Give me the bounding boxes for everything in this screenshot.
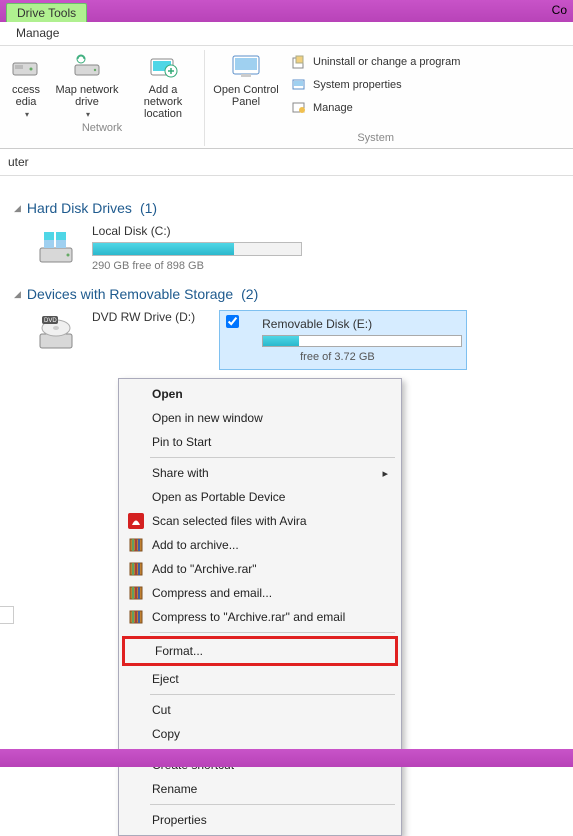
menu-compress-to-email[interactable]: Compress to "Archive.rar" and email [122,605,398,629]
menu-copy[interactable]: Copy [122,722,398,746]
system-properties-button[interactable]: System properties [291,75,460,95]
removable-section-header[interactable]: ◢ Devices with Removable Storage (2) [14,286,563,302]
status-bar [0,749,573,767]
menu-open-new-window[interactable]: Open in new window [122,406,398,430]
manage-button[interactable]: Manage [291,98,460,118]
submenu-arrow-icon: ▸ [382,467,388,480]
hdd-icon [34,224,78,268]
menu-properties[interactable]: Properties [122,808,398,832]
open-control-panel-button[interactable]: Open Control Panel [211,50,281,108]
removable-usage-bar [262,335,462,347]
archive-icon [127,560,145,578]
disk-usage-bar [92,242,302,256]
menu-eject[interactable]: Eject [122,667,398,691]
local-disk-item[interactable]: Local Disk (C:) 290 GB free of 898 GB [34,224,563,272]
menu-scan-avira[interactable]: Scan selected files with Avira [122,509,398,533]
context-menu: Open Open in new window Pin to Start Sha… [118,378,402,836]
add-network-location-button[interactable]: Add a network location [128,50,198,120]
menu-open[interactable]: Open [122,382,398,406]
menu-rename[interactable]: Rename [122,777,398,801]
details-pane-corner [0,606,14,624]
menu-pin-to-start[interactable]: Pin to Start [122,430,398,454]
manage-tab[interactable]: Manage [0,22,75,45]
access-media-button[interactable]: ccess edia ▾ [6,50,46,120]
map-network-drive-button[interactable]: Map network drive ▾ [52,50,122,120]
network-drive-icon [71,50,103,82]
collapse-icon: ◢ [14,203,21,214]
menu-cut[interactable]: Cut [122,698,398,722]
archive-icon [127,608,145,626]
dvd-drive-item[interactable]: DVD DVD RW Drive (D:) [34,310,195,354]
system-group-label: System [357,130,394,146]
hdd-section-header[interactable]: ◢ Hard Disk Drives (1) [14,200,563,216]
svg-text:DVD: DVD [44,318,57,324]
menu-format[interactable]: Format... [125,639,395,663]
avira-icon [127,512,145,530]
removable-disk-item[interactable]: Removable Disk (E:) free of 3.72 GB [219,310,467,370]
menu-add-archive[interactable]: Add to archive... [122,533,398,557]
properties-icon [291,77,307,93]
control-panel-icon [230,50,262,82]
archive-icon [127,536,145,554]
manage-icon [291,100,307,116]
menu-add-to-archive-rar[interactable]: Add to "Archive.rar" [122,557,398,581]
menu-share-with[interactable]: Share with▸ [122,461,398,485]
network-group-label: Network [82,120,122,136]
chevron-down-icon: ▾ [25,110,29,119]
archive-icon [127,584,145,602]
window-title: Co [552,0,573,17]
menu-open-portable[interactable]: Open as Portable Device [122,485,398,509]
drive-tools-tab[interactable]: Drive Tools [6,3,87,22]
uninstall-program-button[interactable]: Uninstall or change a program [291,52,460,72]
media-icon [10,50,42,82]
breadcrumb[interactable]: uter [0,149,573,176]
removable-checkbox[interactable] [226,315,239,328]
add-location-icon [147,50,179,82]
chevron-down-icon: ▾ [86,110,90,119]
menu-compress-email[interactable]: Compress and email... [122,581,398,605]
collapse-icon: ◢ [14,289,21,300]
uninstall-icon [291,54,307,70]
dvd-icon: DVD [34,310,78,354]
